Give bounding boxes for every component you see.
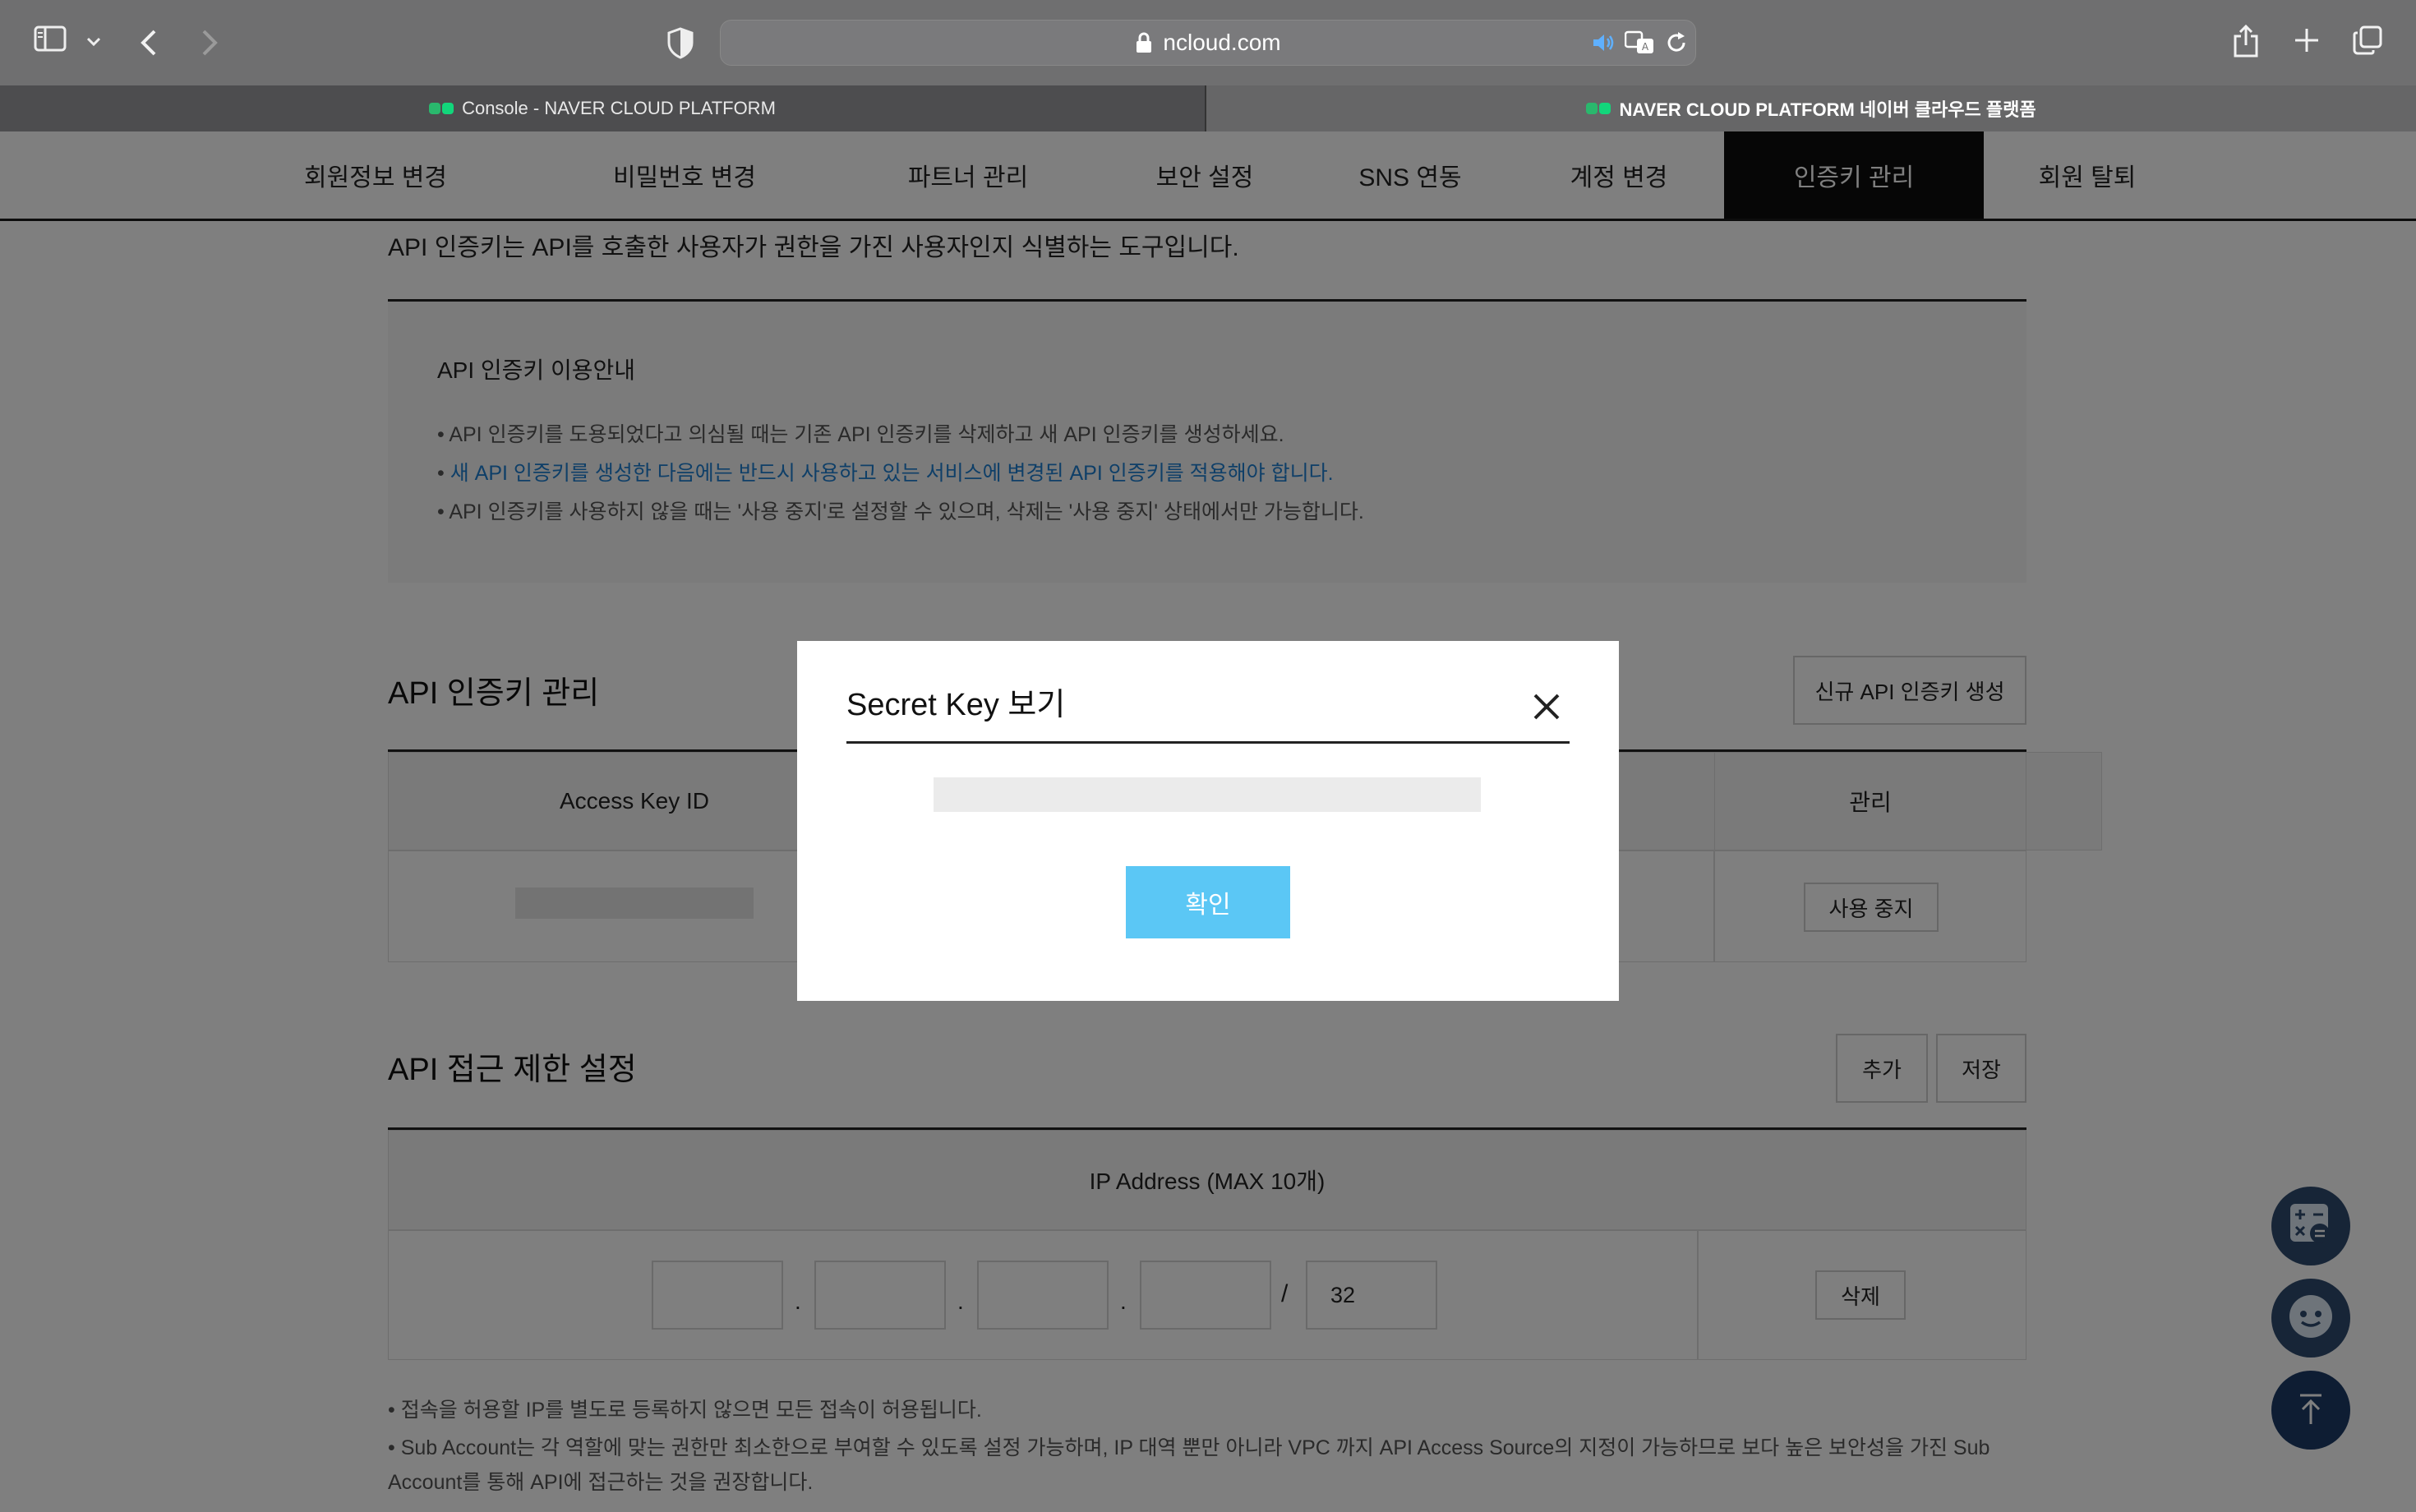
address-bar[interactable]: ncloud.com A xyxy=(720,20,1696,66)
close-button[interactable] xyxy=(1530,690,1563,723)
naver-favicon-icon xyxy=(1586,103,1611,114)
back-icon[interactable] xyxy=(135,26,164,59)
naver-favicon-icon xyxy=(429,103,454,114)
close-icon xyxy=(1530,694,1563,726)
url-text: ncloud.com xyxy=(1163,30,1281,55)
tab-console[interactable]: Console - NAVER CLOUD PLATFORM xyxy=(0,85,1206,131)
new-tab-icon[interactable] xyxy=(2293,26,2321,54)
sidebar-icon[interactable] xyxy=(31,25,69,58)
chevron-down-icon[interactable] xyxy=(84,31,104,51)
tabs-overview-icon[interactable] xyxy=(2352,25,2383,56)
forward-icon[interactable] xyxy=(194,26,224,59)
browser-toolbar: ncloud.com A xyxy=(0,0,2416,85)
confirm-button[interactable]: 확인 xyxy=(1126,866,1290,938)
svg-text:A: A xyxy=(1642,41,1649,53)
secret-key-redacted xyxy=(934,777,1481,812)
speaker-icon[interactable] xyxy=(1592,32,1616,53)
modal-divider xyxy=(846,741,1570,744)
tab-bar: Console - NAVER CLOUD PLATFORM NAVER CLO… xyxy=(0,85,2416,131)
tab-naver-cloud[interactable]: NAVER CLOUD PLATFORM 네이버 클라우드 플랫폼 xyxy=(1206,85,2416,131)
translate-icon[interactable]: A xyxy=(1624,30,1656,55)
reload-icon[interactable] xyxy=(1664,30,1689,55)
tab-title: Console - NAVER CLOUD PLATFORM xyxy=(462,98,776,118)
tab-title: NAVER CLOUD PLATFORM 네이버 클라우드 플랫폼 xyxy=(1619,99,2036,120)
modal-title: Secret Key 보기 xyxy=(846,688,1066,722)
secret-key-modal: Secret Key 보기 확인 xyxy=(797,641,1619,1001)
shield-icon[interactable] xyxy=(666,26,695,59)
share-icon[interactable] xyxy=(2232,23,2260,59)
lock-icon xyxy=(1135,32,1153,53)
